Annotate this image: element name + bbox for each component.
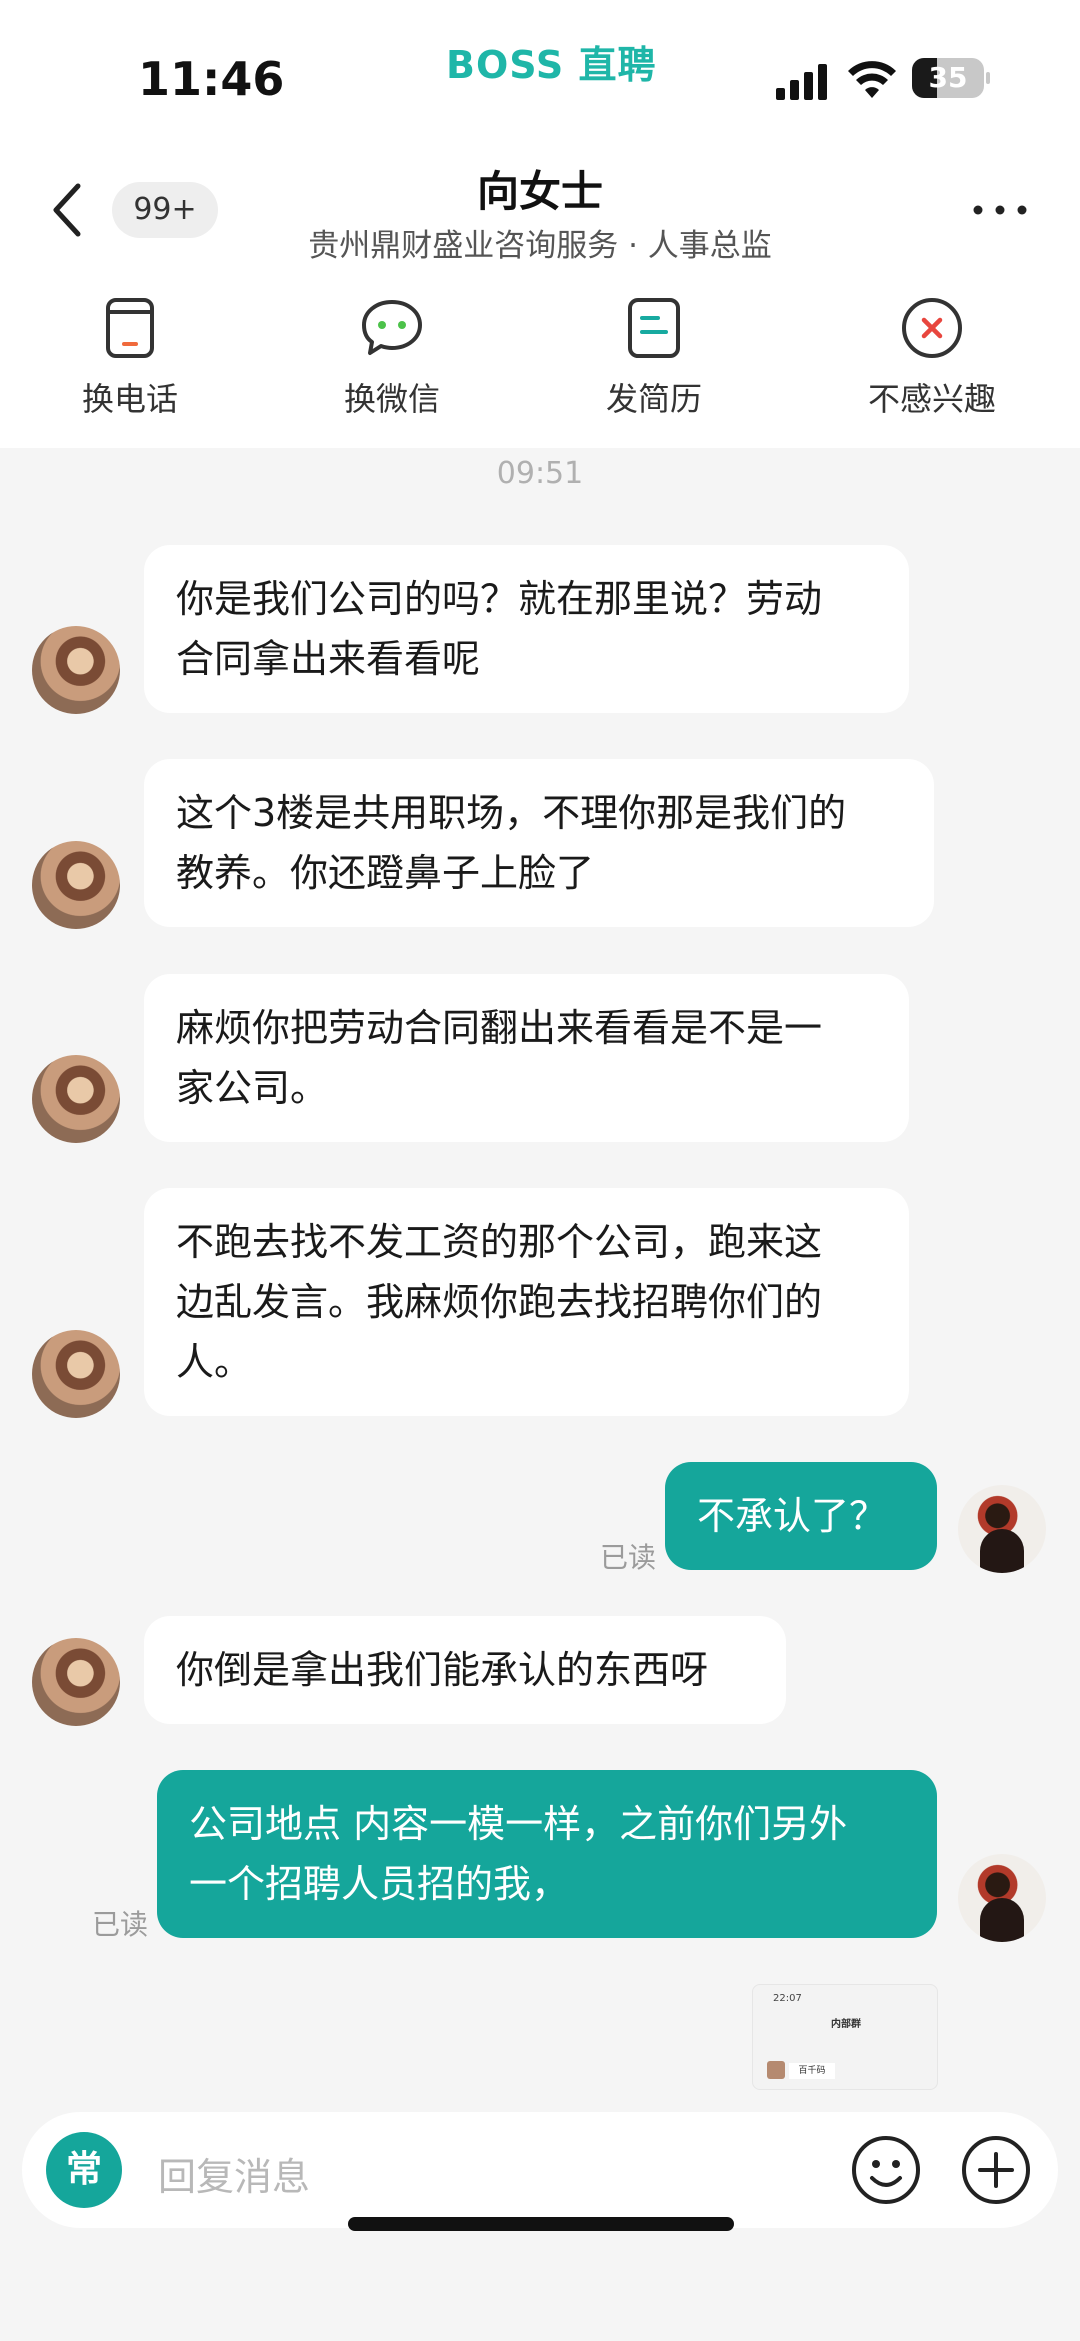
more-options-icon[interactable] [970, 200, 1030, 220]
message-bubble-incoming[interactable]: 这个3楼是共用职场，不理你那是我们的 教养。你还蹬鼻子上脸了 [144, 759, 934, 927]
contact-avatar[interactable] [32, 626, 120, 714]
wifi-icon [848, 61, 896, 98]
contact-avatar[interactable] [32, 1055, 120, 1143]
message-line: 麻烦你把劳动合同翻出来看看是不是一 [176, 1006, 823, 1050]
thumbnail-message: 百千码 [789, 2063, 835, 2079]
message-line: 一个招聘人员招的我， [189, 1862, 570, 1906]
thumbnail-avatar [767, 2061, 785, 2079]
thumbnail-time: 22:07 [773, 1993, 802, 2004]
thumbnail-title: 内部群 [831, 2019, 861, 2030]
contact-avatar[interactable] [32, 841, 120, 929]
contact-avatar[interactable] [32, 1330, 120, 1418]
message-bubble-outgoing[interactable]: 不承认了？ [665, 1462, 937, 1570]
phone-card-icon [106, 298, 154, 358]
chat-header: 99+ 向女士 贵州鼎财盛业咨询服务 · 人事总监 [0, 140, 1080, 280]
battery-cap [986, 72, 990, 84]
message-bubble-incoming[interactable]: 你倒是拿出我们能承认的东西呀 [144, 1616, 786, 1724]
read-receipt: 已读 [92, 1908, 149, 1941]
resume-icon [628, 298, 680, 358]
status-bar: 11:46 BOSS 直聘 35 [0, 0, 1080, 140]
message-line: 合同拿出来看看呢 [176, 637, 481, 681]
not-interested-icon [902, 298, 962, 358]
wechat-icon [362, 300, 422, 355]
message-line: 家公司。 [176, 1066, 329, 1110]
message-line: 边乱发言。我麻烦你跑去找招聘你们的 [176, 1280, 823, 1324]
home-indicator [348, 2217, 734, 2231]
message-line: 这个3楼是共用职场，不理你那是我们的 [176, 791, 847, 835]
image-message-thumbnail[interactable]: 22:07 内部群 百千码 [752, 1984, 938, 2090]
my-avatar[interactable] [958, 1485, 1046, 1573]
message-line: 人。 [176, 1340, 253, 1384]
common-phrases-button[interactable]: 常 [46, 2132, 122, 2208]
read-receipt: 已读 [600, 1541, 657, 1574]
message-line: 不承认了？ [697, 1494, 888, 1538]
exchange-wechat-label: 换微信 [343, 380, 440, 418]
exchange-wechat-button[interactable]: 换微信 [292, 292, 492, 442]
message-line: 你倒是拿出我们能承认的东西呀 [176, 1648, 709, 1692]
send-resume-label: 发简历 [605, 380, 702, 418]
cellular-signal-icon [776, 64, 827, 100]
contact-subtitle[interactable]: 贵州鼎财盛业咨询服务 · 人事总监 [0, 220, 1080, 265]
exchange-phone-label: 换电话 [81, 380, 178, 418]
not-interested-label: 不感兴趣 [867, 380, 996, 418]
status-time: 11:46 [138, 52, 285, 106]
app-brand: BOSS 直聘 [446, 43, 657, 87]
send-resume-button[interactable]: 发简历 [554, 292, 754, 442]
message-bubble-outgoing[interactable]: 公司地点 内容一模一样，之前你们另外 一个招聘人员招的我， [157, 1770, 937, 1938]
chat-screen: 11:46 BOSS 直聘 35 99+ 向女士 贵州鼎财盛业咨询服务 · 人事 [0, 0, 1080, 2341]
message-line: 你是我们公司的吗？就在那里说？劳动 [176, 577, 823, 621]
plus-icon[interactable] [960, 2134, 1032, 2206]
battery-level: 35 [928, 61, 968, 94]
emoji-icon[interactable] [850, 2134, 922, 2206]
quick-actions-bar: 换电话 换微信 发简历 不感兴趣 [0, 280, 1080, 448]
reply-input-placeholder[interactable]: 回复消息 [158, 2146, 310, 2201]
contact-name: 向女士 [476, 167, 603, 216]
exchange-phone-button[interactable]: 换电话 [30, 292, 230, 442]
message-timestamp: 09:51 [496, 456, 584, 491]
battery-indicator: 35 [912, 58, 990, 98]
battery-shell: 35 [912, 58, 984, 98]
not-interested-button[interactable]: 不感兴趣 [832, 292, 1032, 442]
message-line: 公司地点 内容一模一样，之前你们另外 [189, 1802, 848, 1846]
message-bubble-incoming[interactable]: 你是我们公司的吗？就在那里说？劳动 合同拿出来看看呢 [144, 545, 909, 713]
message-bubble-incoming[interactable]: 麻烦你把劳动合同翻出来看看是不是一 家公司。 [144, 974, 909, 1142]
message-line: 不跑去找不发工资的那个公司，跑来这 [176, 1220, 823, 1264]
message-line: 教养。你还蹬鼻子上脸了 [176, 851, 595, 895]
message-bubble-incoming[interactable]: 不跑去找不发工资的那个公司，跑来这 边乱发言。我麻烦你跑去找招聘你们的 人。 [144, 1188, 909, 1416]
contact-avatar[interactable] [32, 1638, 120, 1726]
reply-input-box[interactable]: 常 回复消息 [22, 2112, 1058, 2228]
my-avatar[interactable] [958, 1854, 1046, 1942]
